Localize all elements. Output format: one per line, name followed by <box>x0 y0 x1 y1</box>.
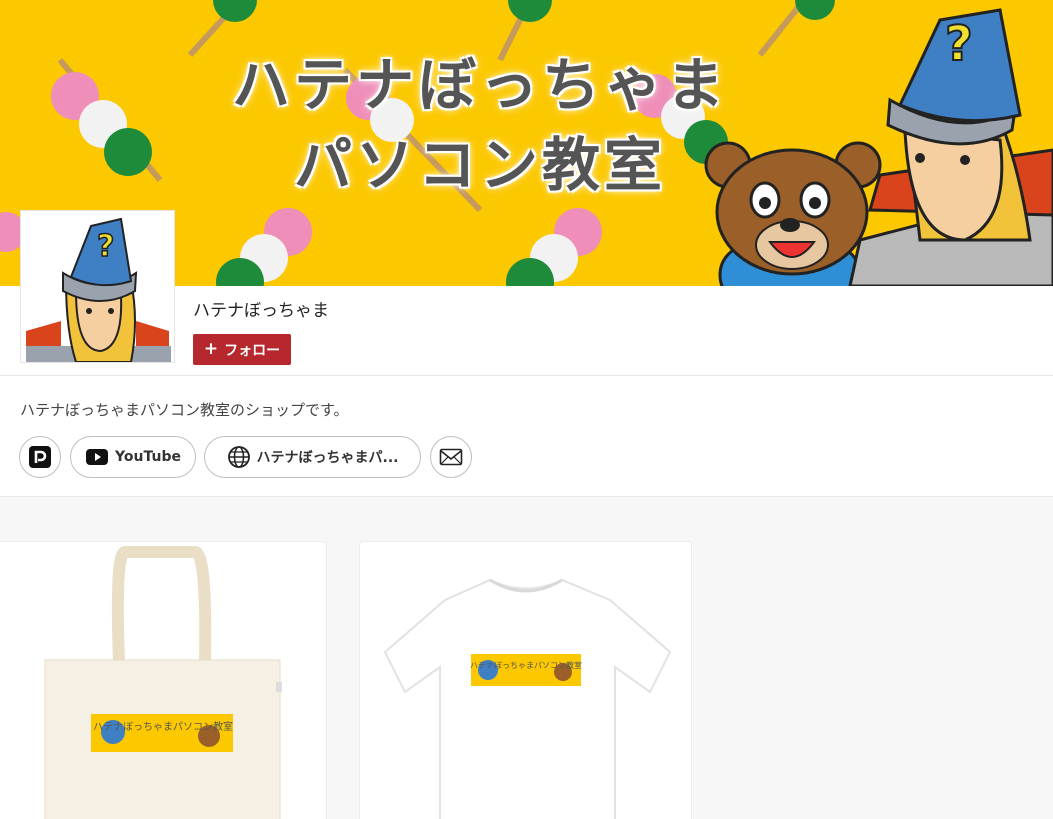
t-shirt-print-text: ハテナぼっちゃまパソコン教室 <box>470 660 582 670</box>
follow-button-label: フォロー <box>224 342 281 359</box>
tote-print-text: ハテナぼっちゃまパソコン教室 <box>93 720 233 733</box>
banner-title-line1: ハテナぼっちゃま <box>231 51 728 119</box>
website-link-label: ハテナぼっちゃまパ... <box>256 450 399 466</box>
product-card-tote-bag[interactable]: ハテナぼっちゃまパソコン教室 <box>0 541 327 819</box>
mail-link-button[interactable] <box>430 436 472 478</box>
youtube-link-label: YouTube <box>115 449 181 465</box>
youtube-icon <box>86 449 109 465</box>
shop-name: ハテナぼっちゃま <box>193 301 329 321</box>
profile-divider <box>0 375 1053 376</box>
plus-icon: + <box>203 339 219 359</box>
shop-description: ハテナぼっちゃまパソコン教室のショップです。 <box>20 401 349 419</box>
globe-icon <box>227 446 250 468</box>
shop-avatar: ? <box>20 210 175 363</box>
follow-button[interactable]: + フォロー <box>193 334 291 365</box>
banner-title-line2: パソコン教室 <box>293 131 666 199</box>
wizard-boy-avatar-icon: ? <box>21 211 174 362</box>
pixiv-link-button[interactable] <box>19 436 61 478</box>
t-shirt-image: ハテナぼっちゃまパソコン教室 <box>383 578 672 819</box>
pixiv-icon <box>29 446 51 468</box>
mail-icon <box>439 448 463 466</box>
product-grid: ハテナぼっちゃまパソコン教室 ハテナぼっちゃまパソコン教室 <box>0 497 1053 819</box>
website-link-button[interactable]: ハテナぼっちゃまパ... <box>204 436 421 478</box>
tote-bag-image: ハテナぼっちゃまパソコン教室 <box>44 546 282 819</box>
svg-text:?: ? <box>97 229 114 264</box>
youtube-link-button[interactable]: YouTube <box>70 436 196 478</box>
product-card-t-shirt[interactable]: ハテナぼっちゃまパソコン教室 <box>359 541 692 819</box>
